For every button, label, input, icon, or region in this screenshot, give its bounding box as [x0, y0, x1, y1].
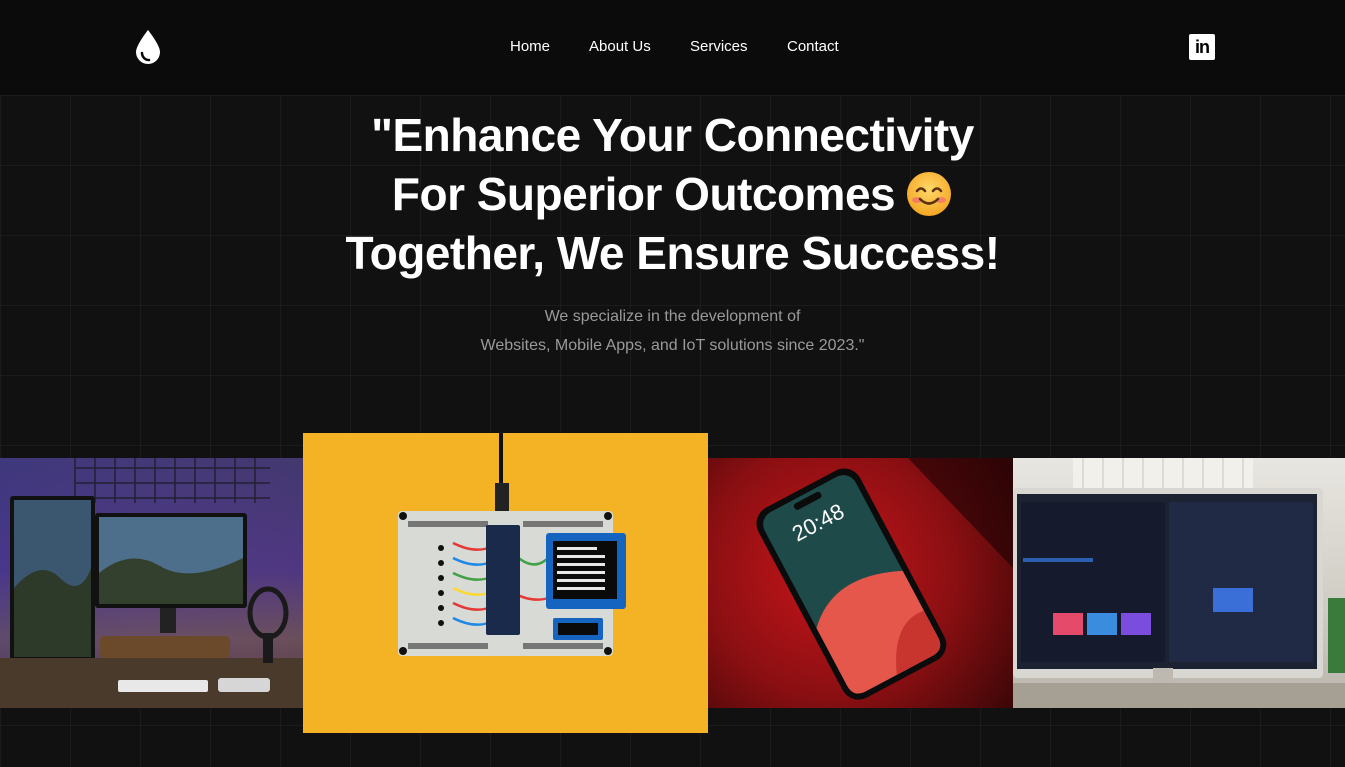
- hero-title: "Enhance Your Connectivity For Superior …: [0, 106, 1345, 283]
- linkedin-icon[interactable]: in: [1189, 34, 1215, 60]
- main-nav: Home About Us Services Contact: [0, 38, 1345, 58]
- smartphone-photo: 20:48: [708, 458, 1013, 708]
- hero-title-line-1: "Enhance Your Connectivity: [371, 109, 974, 161]
- smiling-face-emoji-icon: [907, 172, 952, 216]
- hero-subtitle-line-2: Websites, Mobile Apps, and IoT solutions…: [480, 337, 865, 354]
- nav-contact-link[interactable]: Contact: [787, 38, 839, 55]
- monitor-workspace-photo: [1013, 458, 1345, 708]
- navbar: Home About Us Services Contact in: [0, 0, 1345, 95]
- nav-home-link[interactable]: Home: [510, 38, 550, 55]
- hero-subtitle-line-1: We specialize in the development of: [544, 308, 801, 325]
- nav-services-link[interactable]: Services: [690, 38, 748, 55]
- breadboard-iot-photo: [303, 433, 708, 733]
- hero-title-line-2: For Superior Outcomes: [391, 168, 896, 220]
- hero-title-line-3: Together, We Ensure Success!: [345, 227, 1000, 279]
- desk-setup-photo: [0, 458, 303, 708]
- linkedin-label: in: [1195, 36, 1210, 57]
- hero-subtitle: We specialize in the development of Webs…: [0, 302, 1345, 360]
- hero-title-line-2-wrap: For Superior Outcomes: [0, 165, 1345, 224]
- nav-about-link[interactable]: About Us: [589, 38, 651, 55]
